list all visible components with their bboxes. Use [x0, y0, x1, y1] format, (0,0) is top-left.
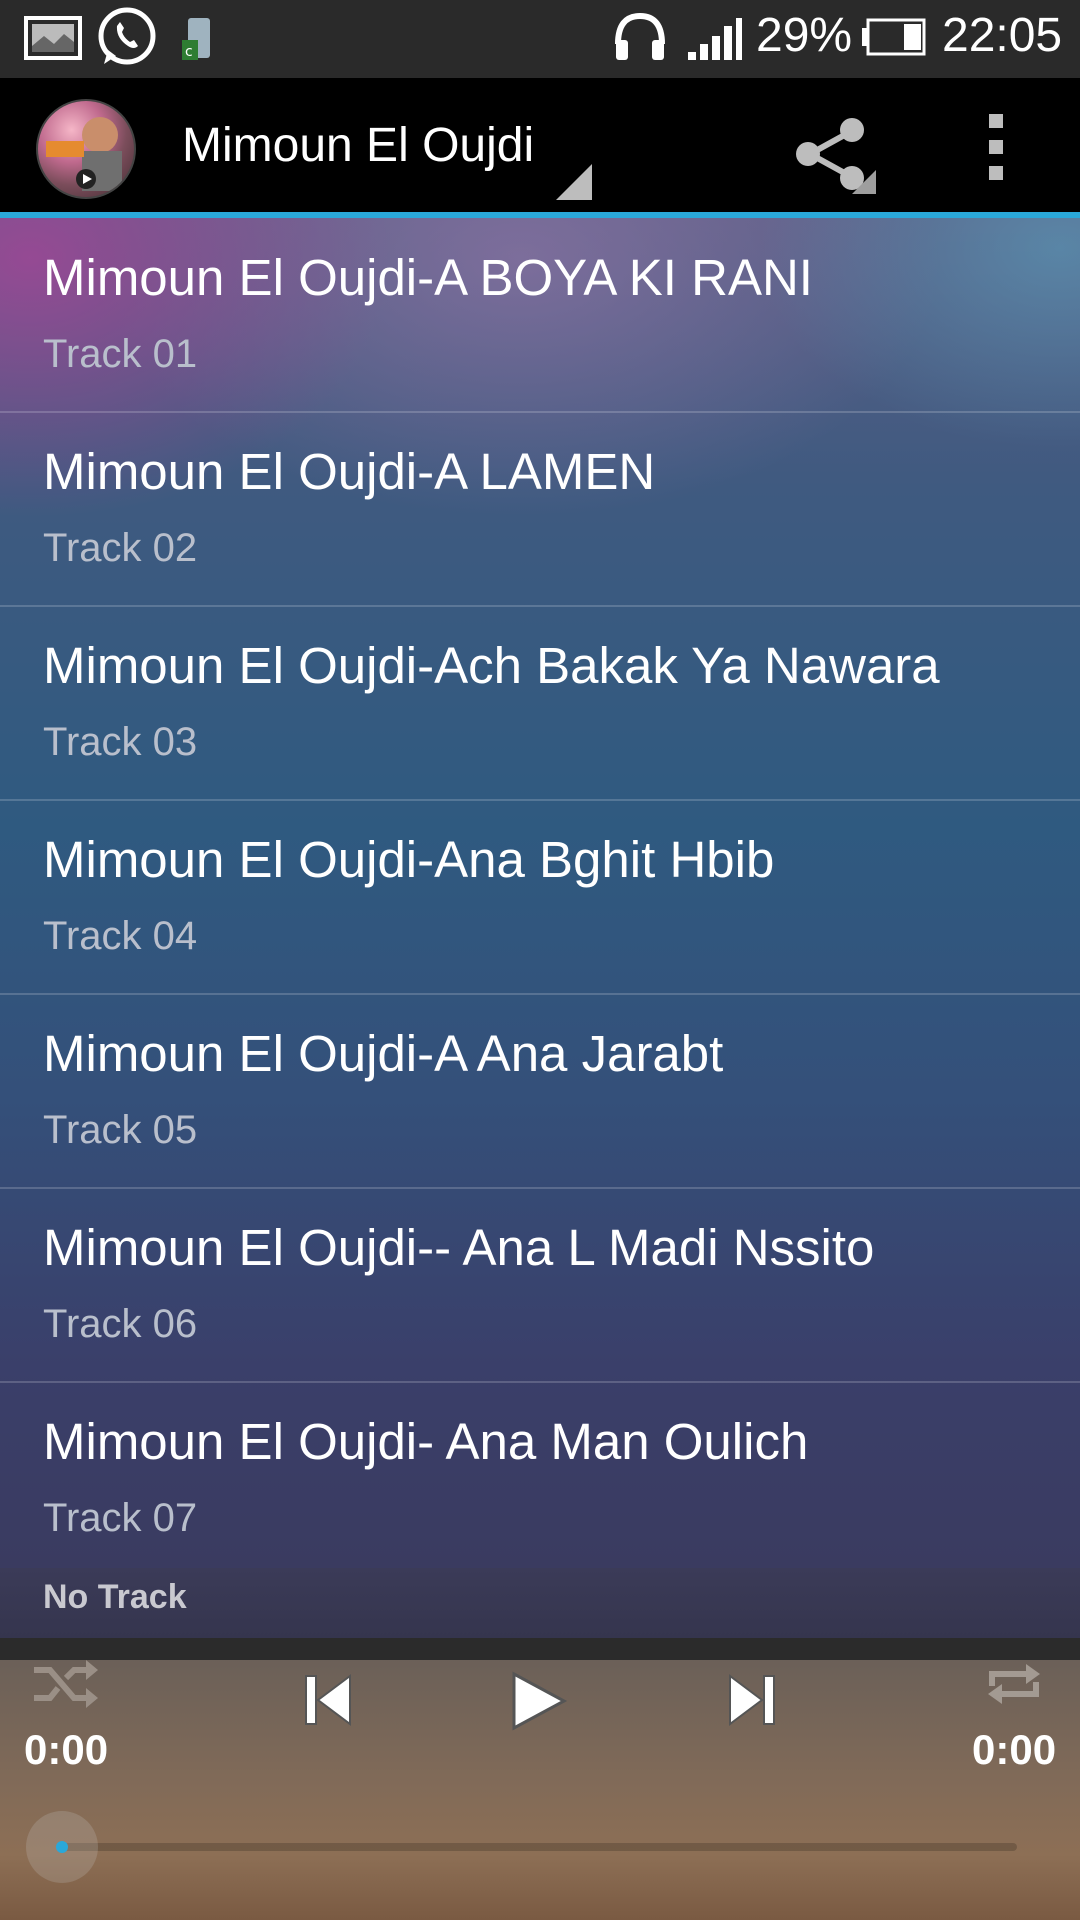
track-title: Mimoun El Oujdi-Ana Bghit Hbib — [43, 831, 775, 888]
track-number: Track 07 — [43, 1496, 198, 1540]
app-avatar[interactable] — [36, 99, 136, 199]
play-icon[interactable] — [508, 1670, 570, 1732]
avatar-artwork-icon — [46, 117, 122, 191]
battery-icon — [862, 18, 926, 56]
track-list[interactable]: Mimoun El Oujdi-A BOYA KI RANI Track 01 … — [0, 218, 1080, 1568]
track-row[interactable]: Mimoun El Oujdi-Ach Bakak Ya Nawara Trac… — [0, 606, 1080, 801]
total-duration: 0:00 — [972, 1726, 1057, 1773]
elapsed-time: 0:00 — [24, 1726, 109, 1773]
track-number: Track 02 — [43, 526, 198, 570]
next-icon[interactable] — [724, 1672, 778, 1728]
battery-percent: 29% — [756, 9, 853, 62]
track-number: Track 05 — [43, 1108, 198, 1152]
track-title: Mimoun El Oujdi-- Ana L Madi Nssito — [43, 1219, 875, 1276]
track-title: Mimoun El Oujdi-Ach Bakak Ya Nawara — [43, 637, 940, 694]
status-bar: c 29% 22:05 — [0, 0, 1080, 78]
shuffle-icon[interactable] — [30, 1656, 102, 1712]
signal-icon — [688, 18, 742, 60]
track-title: Mimoun El Oujdi-A BOYA KI RANI — [43, 249, 813, 306]
track-row[interactable]: Mimoun El Oujdi-A LAMEN Track 02 — [0, 412, 1080, 607]
track-number: Track 03 — [43, 720, 198, 764]
track-number: Track 01 — [43, 332, 198, 376]
repeat-icon[interactable] — [984, 1656, 1044, 1712]
action-bar — [0, 78, 1080, 214]
headphones-icon — [615, 12, 665, 60]
seek-bar[interactable] — [62, 1843, 1017, 1851]
title-dropdown-indicator-icon[interactable] — [556, 164, 592, 200]
share-dropdown-indicator-icon — [852, 170, 876, 194]
clean-master-icon: c — [182, 18, 210, 60]
now-playing-label: No Track — [43, 1578, 187, 1616]
track-title: Mimoun El Oujdi-A Ana Jarabt — [43, 1025, 724, 1082]
gallery-icon — [24, 16, 82, 60]
track-row[interactable]: Mimoun El Oujdi-Ana Bghit Hbib Track 04 — [0, 800, 1080, 995]
track-title: Mimoun El Oujdi-A LAMEN — [43, 443, 656, 500]
player-divider — [0, 1638, 1080, 1660]
seek-thumb[interactable] — [56, 1841, 68, 1853]
track-row[interactable]: Mimoun El Oujdi- Ana Man Oulich Track 07 — [0, 1382, 1080, 1568]
overflow-menu-icon[interactable] — [984, 114, 1008, 180]
track-row[interactable]: Mimoun El Oujdi-A BOYA KI RANI Track 01 — [0, 218, 1080, 413]
track-number: Track 06 — [43, 1302, 198, 1346]
track-row[interactable]: Mimoun El Oujdi-- Ana L Madi Nssito Trac… — [0, 1188, 1080, 1383]
track-row[interactable]: Mimoun El Oujdi-A Ana Jarabt Track 05 — [0, 994, 1080, 1189]
track-title: Mimoun El Oujdi- Ana Man Oulich — [43, 1413, 809, 1470]
status-time: 22:05 — [942, 9, 1063, 62]
app-title[interactable]: Mimoun El Oujdi — [182, 118, 534, 173]
whatsapp-icon — [98, 7, 156, 65]
svg-text:c: c — [185, 44, 193, 60]
previous-icon[interactable] — [302, 1672, 356, 1728]
track-number: Track 04 — [43, 914, 198, 958]
